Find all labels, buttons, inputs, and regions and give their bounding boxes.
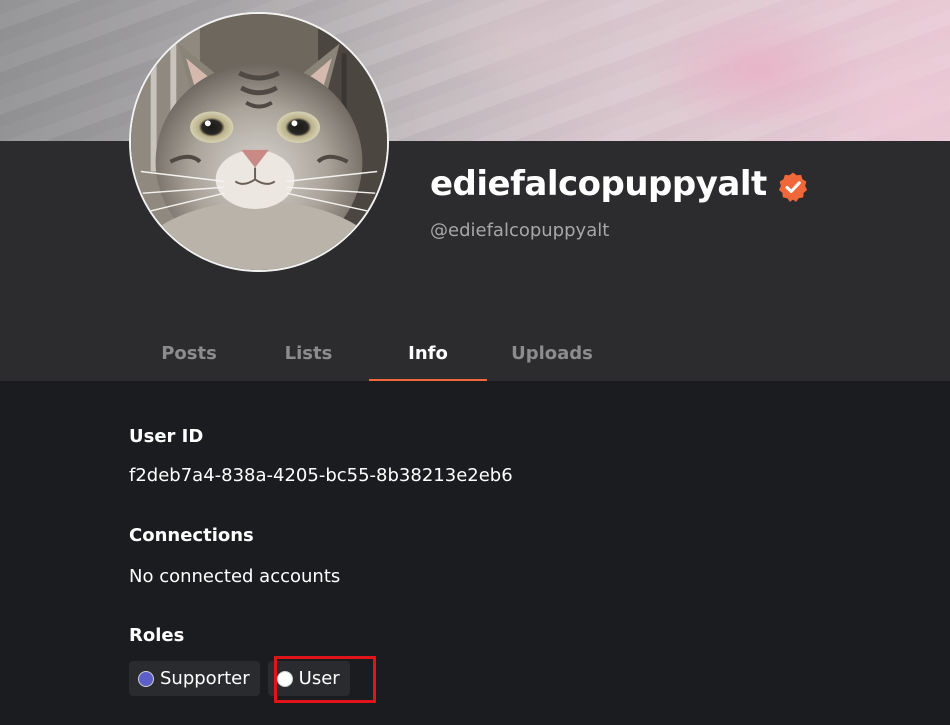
tab-uploads[interactable]: Uploads xyxy=(487,334,617,381)
display-name: ediefalcopuppyalt xyxy=(430,160,809,208)
user-handle: @ediefalcopuppyalt xyxy=(430,220,610,241)
role-badge-user[interactable]: User xyxy=(267,661,350,696)
user-id-value: f2deb7a4-838a-4205-bc55-8b38213e2eb6 xyxy=(129,465,513,486)
role-name: Supporter xyxy=(160,668,250,689)
tab-info[interactable]: Info xyxy=(369,334,487,381)
display-name-text: ediefalcopuppyalt xyxy=(430,164,767,204)
role-dot-icon xyxy=(276,670,293,687)
roles-label: Roles xyxy=(129,625,185,646)
connections-value: No connected accounts xyxy=(129,566,341,587)
cat-avatar-icon xyxy=(131,14,387,270)
roles-list: Supporter User xyxy=(129,661,350,696)
tab-posts[interactable]: Posts xyxy=(130,334,248,381)
profile-tabs: Posts Lists Info Uploads xyxy=(130,334,617,381)
profile-page: ediefalcopuppyalt @ediefalcopuppyalt Pos… xyxy=(0,0,950,725)
avatar[interactable] xyxy=(129,12,389,272)
user-id-label: User ID xyxy=(129,426,204,447)
connections-label: Connections xyxy=(129,525,254,546)
role-dot-icon xyxy=(138,670,154,687)
role-name: User xyxy=(298,668,340,689)
role-badge-supporter[interactable]: Supporter xyxy=(129,661,260,696)
tab-lists[interactable]: Lists xyxy=(248,334,369,381)
verified-badge-icon xyxy=(777,168,809,202)
